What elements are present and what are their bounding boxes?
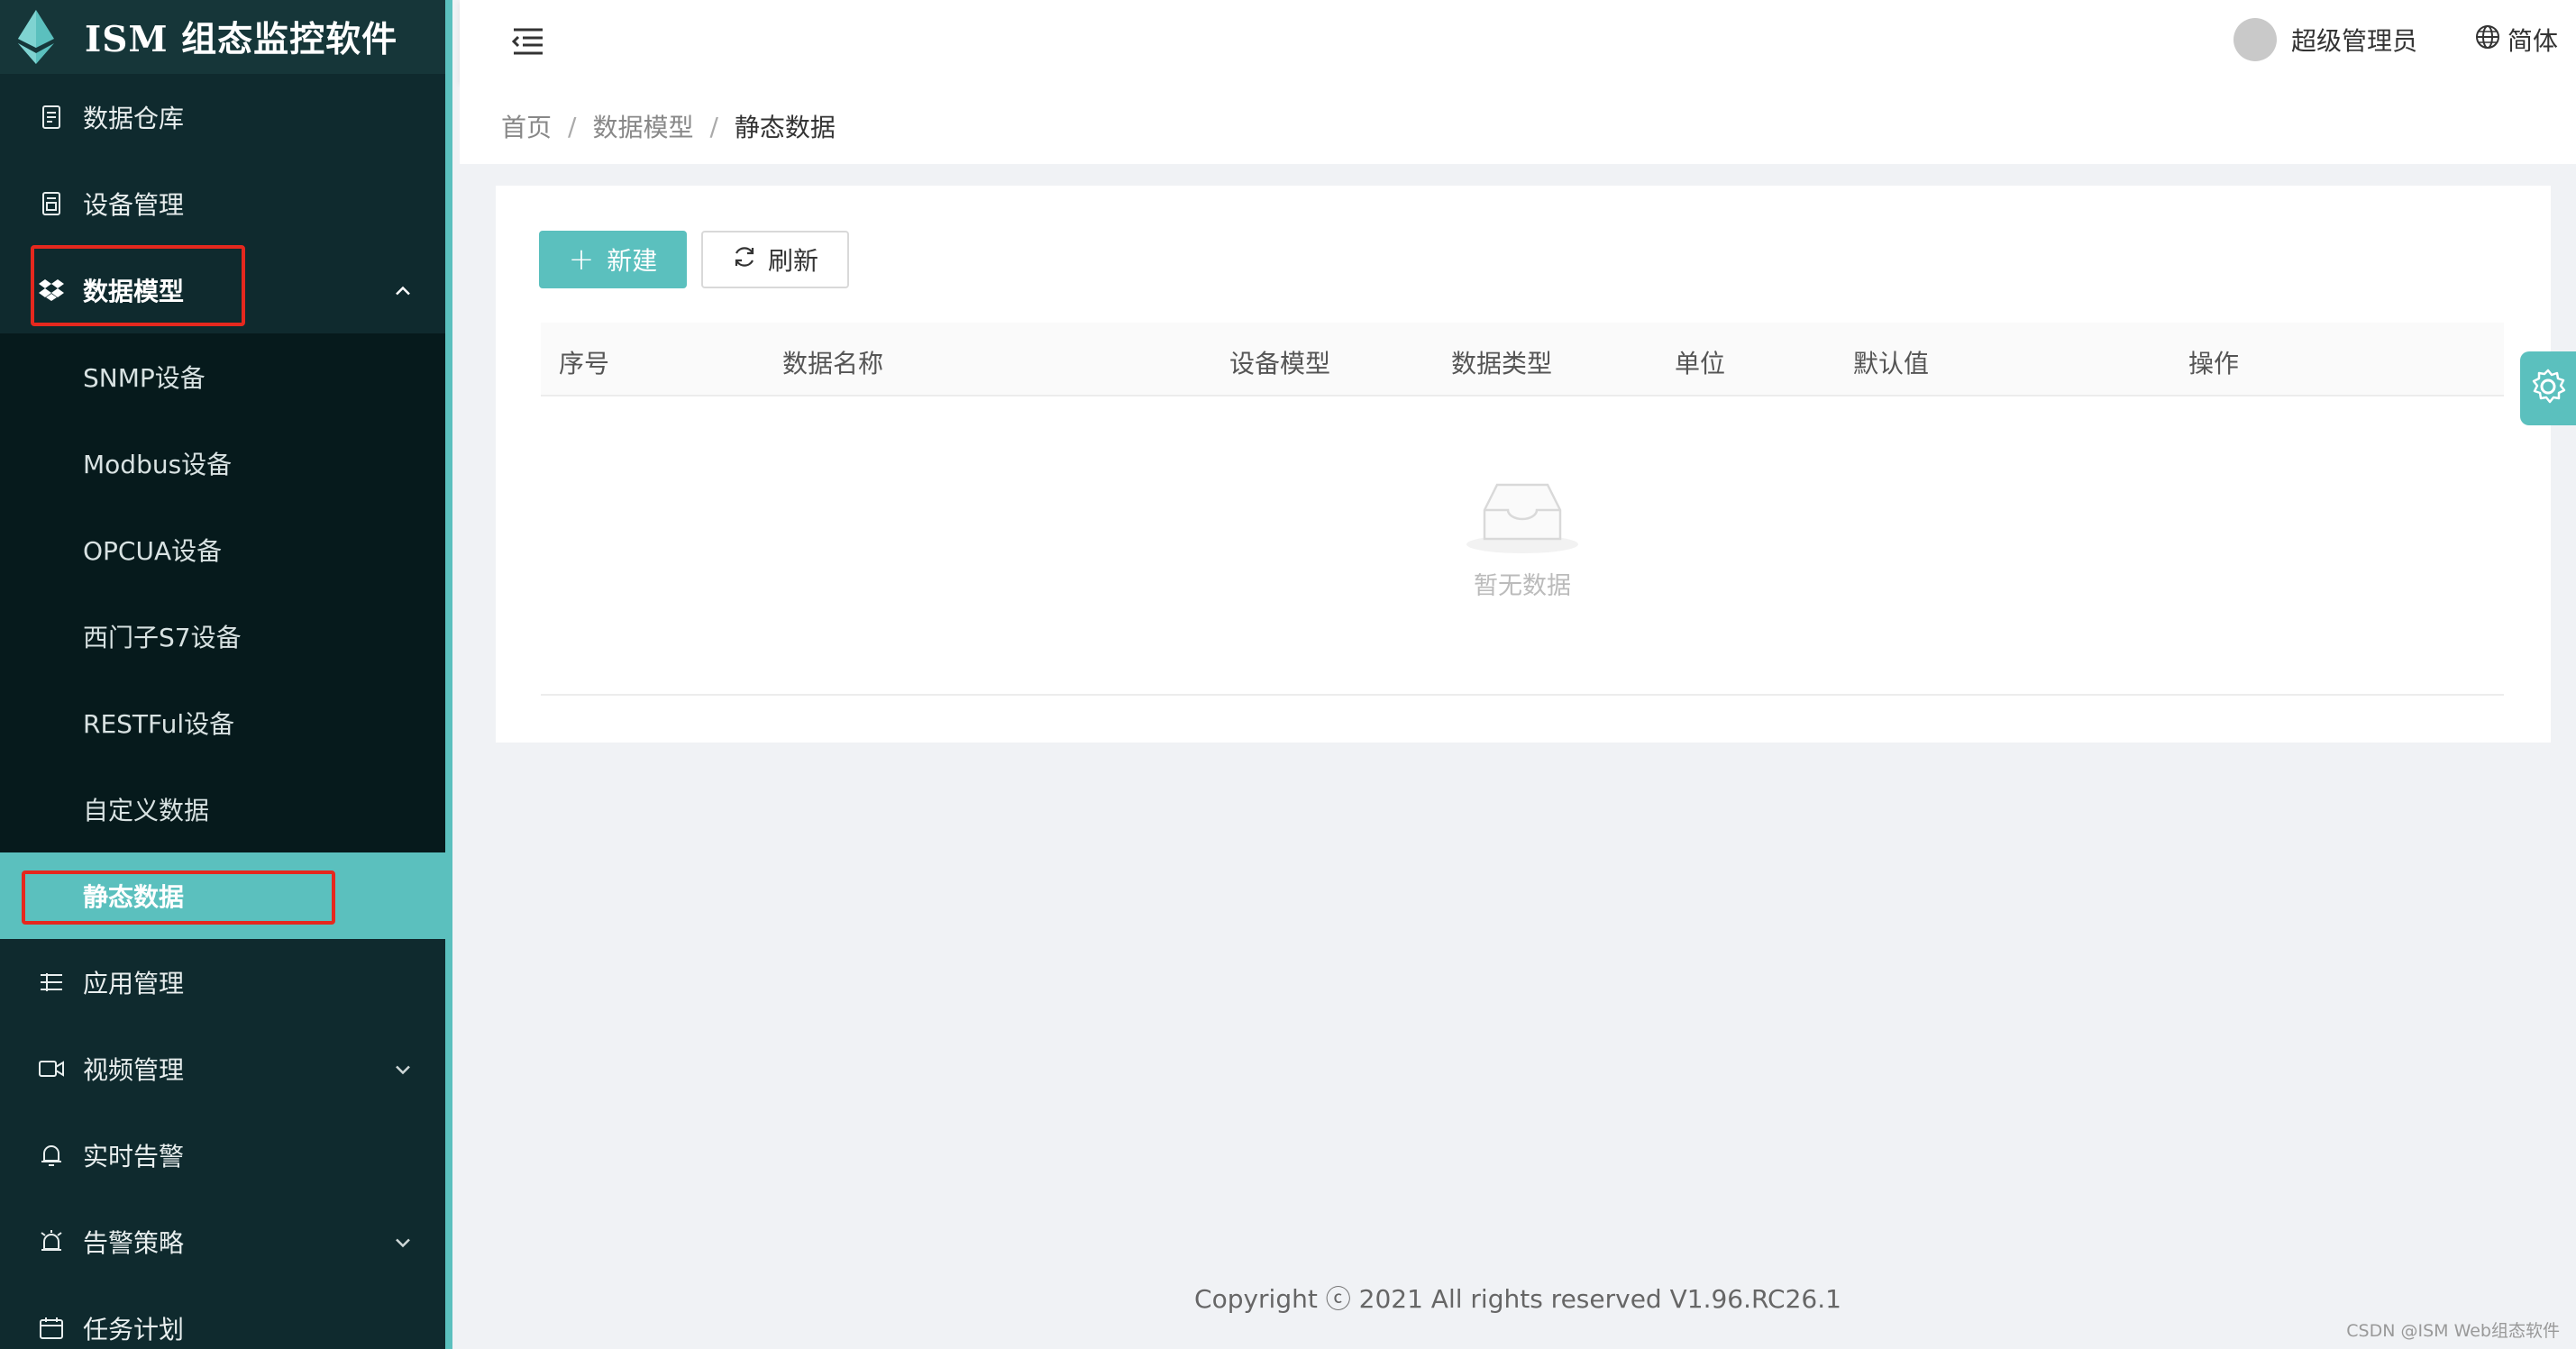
column-header-actions: 操作 (2188, 349, 2240, 378)
subitem-label: SNMP设备 (83, 363, 206, 393)
breadcrumb-data-model[interactable]: 数据模型 (592, 108, 693, 144)
column-header-index: 序号 (559, 349, 610, 378)
sidebar-item-label: 告警策略 (83, 1228, 185, 1258)
new-button-label: 新建 (607, 246, 658, 276)
calendar-icon (38, 1315, 65, 1342)
breadcrumb-separator: / (709, 111, 718, 141)
avatar (2233, 18, 2277, 61)
document-icon (38, 104, 65, 131)
breadcrumb-separator: / (568, 111, 577, 141)
language-switch[interactable]: 简体 (2475, 22, 2558, 58)
column-header-device-model: 设备模型 (1229, 349, 1331, 378)
refresh-button-label: 刷新 (767, 246, 818, 276)
user-name: 超级管理员 (2290, 26, 2417, 56)
column-header-data-type: 数据类型 (1451, 349, 1553, 378)
app-title: ISM 组态监控软件 (85, 19, 398, 60)
video-icon (38, 1055, 65, 1082)
watermark: CSDN @ISM Web组态软件 (2346, 1321, 2560, 1341)
data-model-submenu: SNMP设备 Modbus设备 OPCUA设备 西门子S7设备 RESTFul设… (0, 333, 445, 939)
user-menu[interactable]: 超级管理员 (2233, 18, 2417, 61)
sidebar: ISM 组态监控软件 数据仓库 设备管理 数据模型 SNMP设备 Modbus设… (0, 0, 452, 1349)
table-header: 序号 数据名称 设备模型 数据类型 单位 默认值 操作 (541, 323, 2504, 396)
sidebar-item-app-management[interactable]: 应用管理 (0, 939, 445, 1025)
sidebar-item-data-model[interactable]: 数据模型 (0, 247, 445, 333)
language-label: 简体 (2507, 26, 2558, 56)
column-header-data-name: 数据名称 (782, 349, 884, 378)
breadcrumb: 首页 / 数据模型 / 静态数据 (501, 108, 836, 144)
table-body: 暂无数据 (541, 396, 2504, 696)
subitem-label: OPCUA设备 (83, 536, 223, 566)
settings-tab[interactable] (2520, 351, 2576, 425)
sidebar-item-label: 实时告警 (83, 1142, 185, 1171)
menu-collapse-icon[interactable] (510, 26, 546, 57)
logo: ISM 组态监控软件 (0, 0, 445, 74)
sidebar-item-label: 任务计划 (83, 1315, 185, 1344)
sidebar-subitem-modbus[interactable]: Modbus设备 (0, 420, 445, 506)
sidebar-item-video-management[interactable]: 视频管理 (0, 1025, 445, 1112)
refresh-icon (732, 244, 757, 276)
data-table: 序号 数据名称 设备模型 数据类型 单位 默认值 操作 暂无数据 (541, 323, 2504, 696)
empty-inbox-icon (1465, 483, 1580, 559)
list-icon (38, 969, 65, 996)
subitem-label: Modbus设备 (83, 450, 233, 479)
dropbox-icon (38, 277, 65, 304)
chevron-down-icon (395, 1058, 411, 1080)
subitem-label: 静态数据 (83, 882, 185, 912)
sidebar-subitem-custom-data[interactable]: 自定义数据 (0, 766, 445, 852)
empty-text: 暂无数据 (1474, 572, 1571, 600)
globe-icon (2475, 24, 2500, 56)
chevron-down-icon (395, 1231, 411, 1253)
sidebar-subitem-static-data[interactable]: 静态数据 (0, 852, 445, 939)
sidebar-item-label: 视频管理 (83, 1055, 185, 1085)
sidebar-item-realtime-alarm[interactable]: 实时告警 (0, 1112, 445, 1199)
sidebar-item-label: 数据仓库 (83, 104, 185, 133)
bell-icon (38, 1142, 65, 1169)
subitem-label: 西门子S7设备 (83, 623, 242, 652)
refresh-button[interactable]: 刷新 (701, 231, 849, 288)
column-header-default-value: 默认值 (1853, 349, 1930, 378)
subitem-label: 自定义数据 (83, 796, 210, 825)
empty-state: 暂无数据 (1465, 479, 1580, 601)
gear-icon (2528, 367, 2568, 410)
breadcrumb-home[interactable]: 首页 (501, 108, 552, 144)
sidebar-subitem-siemens-s7[interactable]: 西门子S7设备 (0, 593, 445, 679)
sidebar-item-alarm-strategy[interactable]: 告警策略 (0, 1199, 445, 1285)
new-button[interactable]: + 新建 (539, 231, 687, 288)
sidebar-item-data-warehouse[interactable]: 数据仓库 (0, 74, 445, 160)
subitem-label: RESTFul设备 (83, 709, 235, 739)
ethereum-logo-icon (18, 10, 54, 64)
sidebar-item-device-management[interactable]: 设备管理 (0, 160, 445, 247)
sidebar-item-label: 设备管理 (83, 190, 185, 220)
main-card: + 新建 刷新 序号 数据名称 设备模型 数据类型 单位 默认值 操作 暂无数据 (496, 186, 2551, 743)
breadcrumb-current: 静态数据 (734, 113, 836, 142)
sidebar-item-label: 应用管理 (83, 969, 185, 998)
device-icon (38, 190, 65, 217)
column-header-unit: 单位 (1675, 349, 1726, 378)
plus-icon: + (568, 242, 595, 278)
sidebar-item-task-plan[interactable]: 任务计划 (0, 1285, 445, 1349)
sidebar-item-label: 数据模型 (83, 277, 185, 306)
footer-copyright: Copyright ⓒ 2021 All rights reserved V1.… (1194, 1284, 1841, 1314)
sidebar-subitem-opcua[interactable]: OPCUA设备 (0, 506, 445, 593)
alarm-icon (38, 1228, 65, 1255)
top-header: 超级管理员 简体 (460, 0, 2576, 83)
sidebar-subitem-restful[interactable]: RESTFul设备 (0, 679, 445, 766)
sidebar-subitem-snmp[interactable]: SNMP设备 (0, 333, 445, 420)
chevron-up-icon (395, 279, 411, 302)
